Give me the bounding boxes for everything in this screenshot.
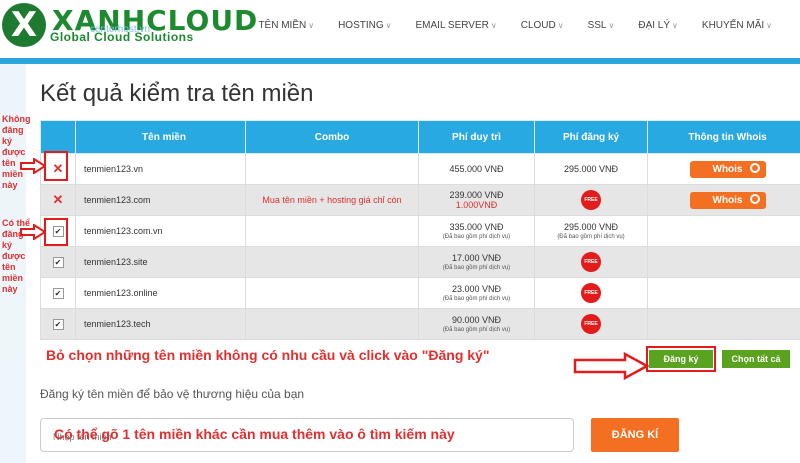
col-registration-fee: Phí đăng ký <box>534 120 648 154</box>
col-whois: Thông tin Whois <box>647 120 800 154</box>
select-checkbox[interactable]: ✔ <box>52 256 64 268</box>
annotation-not-available: Không đăng ký được tên miền này <box>2 114 31 190</box>
registration-price: 295.000 VNĐ <box>563 164 619 174</box>
site-header: X XANHCLOUD centerhost.vn Global Cloud S… <box>0 0 800 58</box>
col-renewal-fee: Phí duy trì <box>418 120 535 154</box>
free-badge: FREE <box>581 314 601 334</box>
highlight-box-available <box>44 218 68 246</box>
domain-name: tenmien123.site <box>75 246 246 278</box>
arrow-right-icon <box>20 224 46 240</box>
main-nav: TÊN MIỀN ∨ HOSTING ∨ EMAIL SERVER ∨ CLOUD ∨ … <box>246 20 784 31</box>
chevron-down-icon: ∨ <box>490 21 497 30</box>
renewal-price: 239.000 VNĐ <box>449 190 504 200</box>
domain-name: tenmien123.com.vn <box>75 215 246 247</box>
renewal-price: 17.000 VNĐ <box>451 253 502 263</box>
table-row: ✔ tenmien123.online 23.000 VNĐ (Đã bao gồ… <box>40 277 800 309</box>
nav-item-hosting[interactable]: HOSTING ∨ <box>326 20 403 31</box>
nav-item-agent[interactable]: ĐẠI LÝ ∨ <box>626 20 690 31</box>
combo-text <box>245 153 419 185</box>
fee-note: (Đã bao gồm phí dịch vụ) <box>557 234 625 240</box>
select-all-button[interactable]: Chọn tất cả <box>722 350 790 368</box>
combo-text <box>245 215 419 247</box>
table-row: ✔ tenmien123.tech 90.000 VNĐ (Đã bao gồm … <box>40 308 800 340</box>
arrow-right-icon <box>20 158 46 174</box>
col-combo: Combo <box>245 120 419 154</box>
page-title: Kết quả kiểm tra tên miền <box>40 80 314 107</box>
renewal-price: 90.000 VNĐ <box>451 315 502 325</box>
chevron-down-icon: ∨ <box>557 21 564 30</box>
nav-item-email-server[interactable]: EMAIL SERVER ∨ <box>404 20 509 31</box>
chevron-down-icon: ∨ <box>672 21 678 30</box>
table-header-row: Tên miền Combo Phí duy trì Phí đăng ký T… <box>40 120 800 154</box>
domain-search-box <box>40 418 574 452</box>
renewal-price: 455.000 VNĐ <box>449 164 504 174</box>
table-row: ✕ tenmien123.com Mua tên miền + hosting … <box>40 184 800 216</box>
nav-item-promotion[interactable]: KHUYẾN MÃI ∨ <box>690 20 784 31</box>
arrow-right-icon <box>573 352 649 380</box>
domain-search-input[interactable] <box>51 427 535 447</box>
combo-text <box>245 246 419 278</box>
fee-note: (Đã bao gồm phí dịch vụ) <box>442 234 511 240</box>
combo-price: 1.000VNĐ <box>455 200 498 210</box>
whois-button[interactable]: Whois <box>689 160 766 178</box>
instruction-text: Bỏ chọn những tên miền không có nhu cầu … <box>46 347 490 363</box>
domain-name: tenmien123.com <box>75 184 246 216</box>
combo-text <box>245 308 419 340</box>
col-select <box>40 120 76 154</box>
nav-item-ssl[interactable]: SSL ∨ <box>576 20 627 31</box>
whois-empty <box>647 246 800 278</box>
select-checkbox[interactable]: ✔ <box>52 318 64 330</box>
fee-note: (Đã bao gồm phí dịch vụ) <box>442 327 511 333</box>
renewal-price: 335.000 VNĐ <box>449 222 504 232</box>
nav-item-domain[interactable]: TÊN MIỀN ∨ <box>246 20 326 31</box>
logo-x-icon[interactable]: X <box>2 3 46 47</box>
select-checkbox[interactable]: ✔ <box>52 287 64 299</box>
free-badge: FREE <box>581 283 601 303</box>
search-register-button[interactable]: ĐĂNG KÍ <box>591 418 679 452</box>
register-button[interactable]: Đăng ký <box>649 350 713 368</box>
free-badge: FREE <box>581 252 601 272</box>
domain-name: tenmien123.online <box>75 277 246 309</box>
nav-item-cloud[interactable]: CLOUD ∨ <box>509 20 576 31</box>
register-section-subtitle: Đăng ký tên miền để bảo vệ thương hiệu c… <box>40 387 305 401</box>
table-row: ✕ tenmien123.vn 455.000 VNĐ 295.000 VNĐ … <box>40 153 800 185</box>
whois-empty <box>647 215 800 247</box>
domain-name: tenmien123.vn <box>75 153 246 185</box>
chevron-down-icon: ∨ <box>608 21 615 30</box>
fee-note: (Đã bao gồm phí dịch vụ) <box>442 296 511 302</box>
whois-empty <box>647 277 800 309</box>
domain-results-table: Tên miền Combo Phí duy trì Phí đăng ký T… <box>40 120 800 340</box>
registration-price: 295.000 VNĐ <box>563 222 619 232</box>
chevron-down-icon: ∨ <box>385 21 392 30</box>
whois-empty <box>647 308 800 340</box>
table-row: ✔ tenmien123.com.vn 335.000 VNĐ (Đã bao g… <box>40 215 800 247</box>
table-row: ✔ tenmien123.site 17.000 VNĐ (Đã bao gồm … <box>40 246 800 278</box>
brand-tagline: Global Cloud Solutions <box>50 30 194 44</box>
whois-button[interactable]: Whois <box>689 191 766 209</box>
chevron-down-icon: ∨ <box>308 21 315 30</box>
free-badge: FREE <box>581 190 601 210</box>
highlight-box-unavailable <box>44 151 68 181</box>
col-domain: Tên miền <box>75 120 246 154</box>
fee-note: (Đã bao gồm phí dịch vụ) <box>442 265 511 271</box>
domain-name: tenmien123.tech <box>75 308 246 340</box>
combo-text[interactable]: Mua tên miền + hosting giá chỉ còn <box>245 184 419 216</box>
search-icon <box>749 193 760 204</box>
search-icon <box>749 162 760 173</box>
unavailable-x-icon: ✕ <box>52 192 64 207</box>
combo-text <box>245 277 419 309</box>
chevron-down-icon: ∨ <box>766 21 772 30</box>
renewal-price: 23.000 VNĐ <box>451 284 502 294</box>
